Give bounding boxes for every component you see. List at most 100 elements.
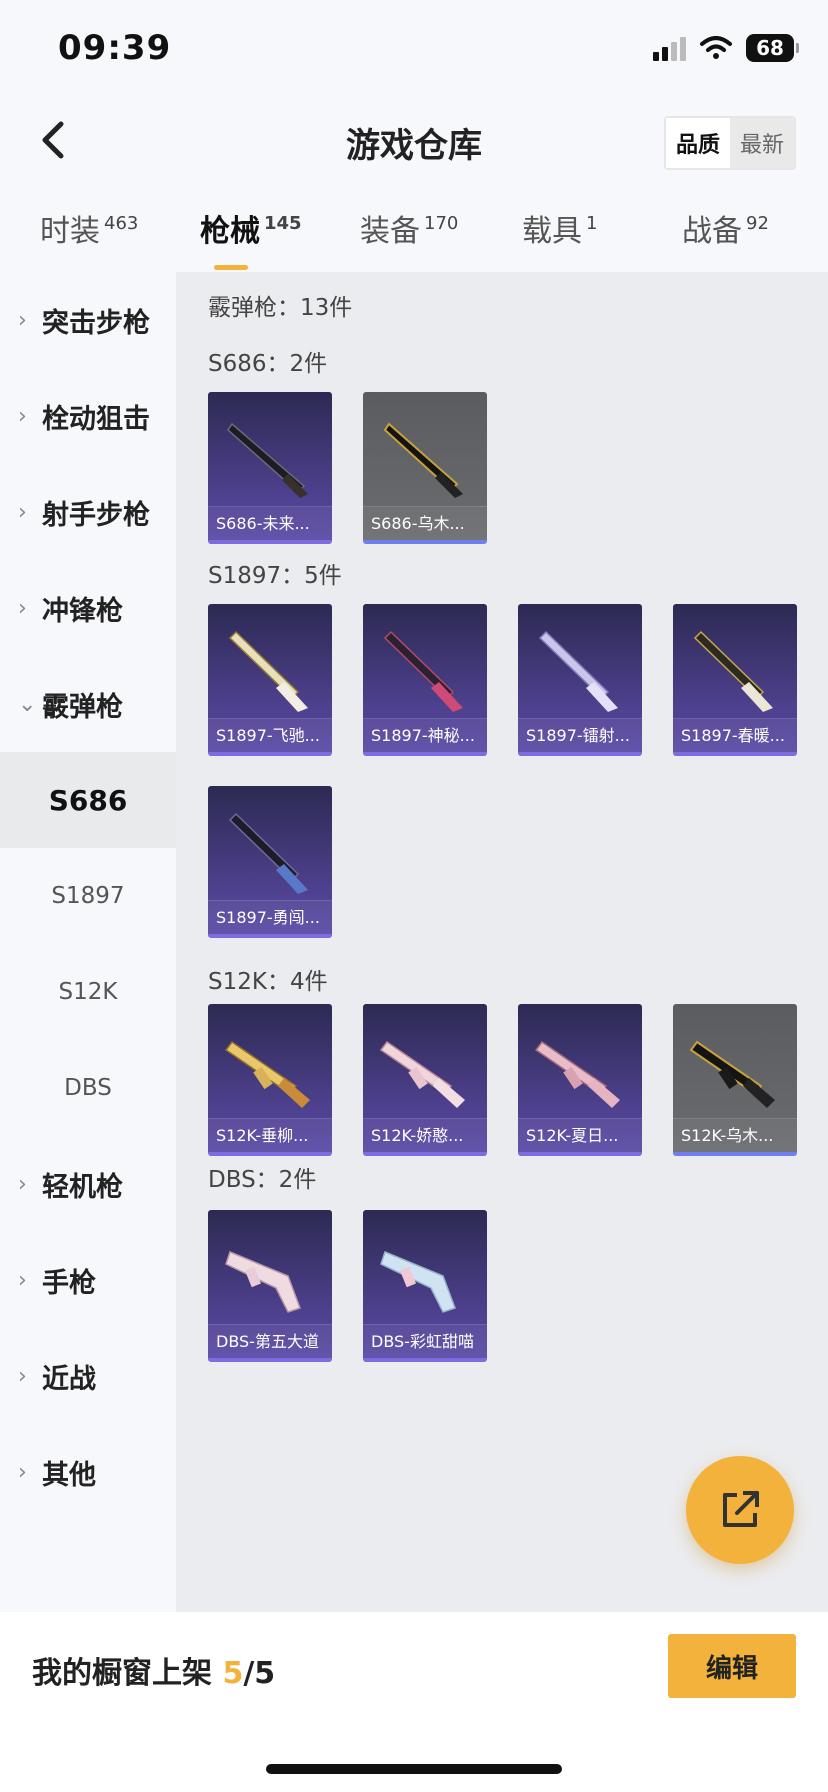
sidebar-item-label: 手枪 (42, 1267, 96, 1299)
sidebar-item-label: 其他 (42, 1459, 96, 1491)
tab-label: 枪械 (200, 214, 260, 249)
sidebar-sub-s12k[interactable]: S12K (0, 944, 176, 1040)
sidebar-item-shotgun[interactable]: ⌄ 霰弹枪 (0, 656, 176, 752)
header: 游戏仓库 品质 最新 (0, 100, 828, 184)
weapon-card-label: S1897-镭射... (518, 718, 642, 752)
tab-vehicle[interactable]: 载具 1 (522, 206, 597, 250)
weapon-card[interactable]: S686-未来... (208, 392, 332, 544)
sidebar-item-assault-rifle[interactable]: › 突击步枪 (0, 272, 176, 368)
tab-label: 载具 (522, 214, 582, 249)
tab-label: 战备 (682, 214, 742, 249)
sidebar-sub-s686[interactable]: S686 (0, 752, 176, 848)
weapon-card-label: S1897-神秘... (363, 718, 487, 752)
shotgun-icon (227, 422, 308, 498)
weapon-card[interactable]: S12K-夏日... (518, 1004, 642, 1156)
sidebar-item-dmr[interactable]: › 射手步枪 (0, 464, 176, 560)
edit-button[interactable]: 编辑 (668, 1634, 796, 1698)
tab-count: 463 (104, 213, 139, 234)
sidebar-item-other[interactable]: › 其他 (0, 1424, 176, 1520)
sidebar-item-lmg[interactable]: › 轻机枪 (0, 1136, 176, 1232)
chevron-right-icon: › (18, 595, 27, 621)
group-title: S686：2件 (208, 351, 328, 377)
sort-quality-button[interactable]: 品质 (665, 118, 730, 168)
rifle-shotgun-icon (379, 1040, 465, 1108)
sidebar-item-label: 霰弹枪 (42, 691, 123, 723)
sort-newest-button[interactable]: 最新 (730, 118, 794, 168)
dbs-shotgun-icon (380, 1250, 456, 1313)
weapon-card-label: S686-乌木... (363, 506, 487, 540)
sidebar-item-pistol[interactable]: › 手枪 (0, 1232, 176, 1328)
weapon-card[interactable]: S686-乌木... (363, 392, 487, 544)
chevron-right-icon: › (18, 403, 27, 429)
sidebar-item-label: 射手步枪 (42, 499, 150, 531)
weapon-card[interactable]: S1897-勇闯... (208, 786, 332, 938)
sidebar-item-label: 近战 (42, 1363, 96, 1395)
chevron-right-icon: › (18, 1267, 27, 1293)
weapon-card-label: DBS-彩虹甜喵 (363, 1324, 487, 1358)
weapon-card-label: S12K-夏日... (518, 1118, 642, 1152)
weapon-card[interactable]: S1897-神秘... (363, 604, 487, 756)
tab-equipment[interactable]: 装备 170 (360, 206, 458, 250)
tab-count: 92 (746, 213, 769, 234)
group-title: S1897：5件 (208, 563, 342, 589)
weapon-card-label: S686-未来... (208, 506, 332, 540)
weapon-card[interactable]: DBS-第五大道 (208, 1210, 332, 1362)
sidebar-item-label: 轻机枪 (42, 1171, 123, 1203)
category-total: 霰弹枪：13件 (208, 295, 353, 321)
weapon-card[interactable]: S1897-飞驰... (208, 604, 332, 756)
weapon-card-label: DBS-第五大道 (208, 1324, 332, 1358)
chevron-right-icon: › (18, 1171, 27, 1197)
active-tab-indicator (214, 265, 248, 270)
showcase-count: 5 (222, 1656, 244, 1691)
category-tabs: 时装 463 枪械 145 装备 170 载具 1 战备 92 (0, 196, 828, 270)
tab-label: 装备 (360, 214, 420, 249)
status-icons: 68 (653, 34, 799, 62)
weapon-card-label: S12K-垂柳... (208, 1118, 332, 1152)
wifi-icon (700, 36, 732, 59)
status-time: 09:39 (58, 28, 172, 68)
sidebar-item-bolt-sniper[interactable]: › 栓动狙击 (0, 368, 176, 464)
signal-icon (653, 35, 686, 61)
chevron-down-icon: ⌄ (18, 691, 37, 717)
tab-count: 170 (424, 213, 459, 234)
weapon-card-label: S1897-勇闯... (208, 900, 332, 934)
sidebar-item-melee[interactable]: › 近战 (0, 1328, 176, 1424)
shotgun-icon (228, 630, 308, 712)
shotgun-icon (693, 630, 773, 712)
tab-count: 145 (264, 213, 302, 234)
sidebar-item-label: 冲锋枪 (42, 595, 123, 627)
weapon-category-sidebar: › 突击步枪 › 栓动狙击 › 射手步枪 › 冲锋枪 ⌄ 霰弹枪 S686 S1897 S… (0, 272, 176, 1612)
tab-supplies[interactable]: 战备 92 (682, 206, 769, 250)
battery-icon: 68 (746, 34, 799, 62)
home-indicator (266, 1764, 562, 1774)
sidebar-sub-s1897[interactable]: S1897 (0, 848, 176, 944)
weapon-card[interactable]: S1897-镭射... (518, 604, 642, 756)
chevron-right-icon: › (18, 499, 27, 525)
weapon-card[interactable]: S12K-乌木... (673, 1004, 797, 1156)
group-title: DBS：2件 (208, 1167, 317, 1193)
chevron-right-icon: › (18, 1459, 27, 1485)
shotgun-icon (383, 630, 463, 712)
tab-count: 1 (586, 213, 598, 234)
weapon-card[interactable]: S12K-娇憨... (363, 1004, 487, 1156)
weapon-card-label: S12K-娇憨... (363, 1118, 487, 1152)
showcase-label: 我的橱窗上架 (32, 1656, 223, 1691)
sidebar-sub-dbs[interactable]: DBS (0, 1040, 176, 1136)
weapon-card-label: S1897-春暖... (673, 718, 797, 752)
sidebar-item-label: 栓动狙击 (42, 403, 150, 435)
tab-costume[interactable]: 时装 463 (40, 206, 138, 250)
shotgun-icon (383, 422, 463, 498)
weapon-card[interactable]: DBS-彩虹甜喵 (363, 1210, 487, 1362)
weapon-card[interactable]: S12K-垂柳... (208, 1004, 332, 1156)
weapon-card-label: S1897-飞驰... (208, 718, 332, 752)
sidebar-item-smg[interactable]: › 冲锋枪 (0, 560, 176, 656)
rifle-shotgun-icon (689, 1040, 775, 1108)
share-icon (723, 1491, 759, 1527)
share-button[interactable] (686, 1456, 794, 1564)
showcase-status: 我的橱窗上架 5/5 (32, 1648, 275, 1692)
tab-firearms[interactable]: 枪械 145 (200, 206, 302, 270)
tab-label: 时装 (40, 214, 100, 249)
weapon-card[interactable]: S1897-春暖... (673, 604, 797, 756)
sort-toggle: 品质 最新 (663, 116, 796, 170)
weapon-grid: 霰弹枪：13件 S686：2件 S686-未来... S686-乌木... S1… (176, 272, 828, 1612)
